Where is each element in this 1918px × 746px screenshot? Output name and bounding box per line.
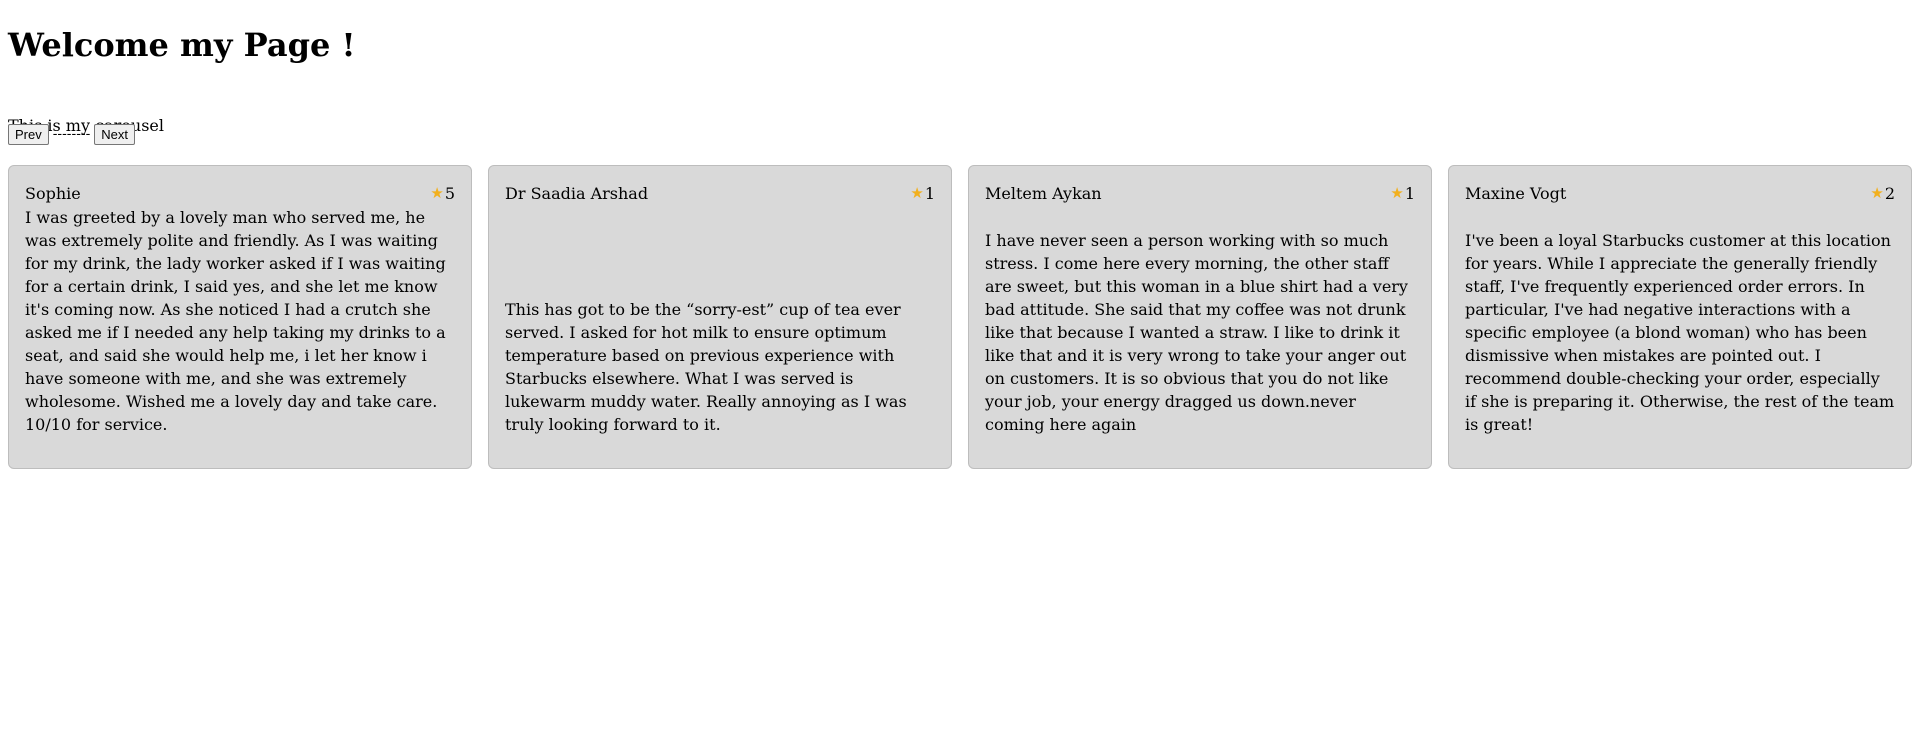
review-text: I was greeted by a lovely man who served… — [25, 208, 446, 434]
review-card: Maxine Vogt ★ 2 I've been a loyal Starbu… — [1448, 165, 1912, 469]
review-card-body: This has got to be the “sorry-est” cup o… — [505, 205, 935, 452]
review-rating: ★ 1 — [1390, 182, 1415, 205]
review-text: This has got to be the “sorry-est” cup o… — [505, 300, 907, 434]
review-card-body: I have never seen a person working with … — [985, 205, 1415, 452]
star-icon: ★ — [430, 184, 444, 202]
reviewer-name: Maxine Vogt — [1465, 184, 1567, 203]
star-icon: ★ — [910, 184, 924, 202]
review-rating: ★ 5 — [430, 182, 455, 205]
review-card-header: Sophie ★ 5 — [25, 182, 455, 205]
review-card: Dr Saadia Arshad ★ 1 This has got to be … — [488, 165, 952, 469]
review-card: Meltem Aykan ★ 1 I have never seen a per… — [968, 165, 1432, 469]
rating-value: 1 — [1404, 184, 1415, 203]
review-rating: ★ 2 — [1870, 182, 1895, 205]
review-card-header: Maxine Vogt ★ 2 — [1465, 182, 1895, 205]
reviewer-name: Sophie — [25, 184, 81, 203]
star-icon: ★ — [1390, 184, 1404, 202]
rating-value: 1 — [924, 184, 935, 203]
page-title: Welcome my Page ! — [8, 26, 356, 64]
carousel-controls: Prev -------- Next — [8, 124, 135, 145]
star-icon: ★ — [1870, 184, 1884, 202]
reviewer-name: Dr Saadia Arshad — [505, 184, 649, 203]
review-card-header: Dr Saadia Arshad ★ 1 — [505, 182, 935, 205]
review-text: I have never seen a person working with … — [985, 231, 1408, 434]
rating-value: 2 — [1884, 184, 1895, 203]
next-button[interactable]: Next — [94, 124, 135, 145]
review-rating: ★ 1 — [910, 182, 935, 205]
review-card: Sophie ★ 5 I was greeted by a lovely man… — [8, 165, 472, 469]
prev-button[interactable]: Prev — [8, 124, 49, 145]
reviewer-name: Meltem Aykan — [985, 184, 1102, 203]
review-card-header: Meltem Aykan ★ 1 — [985, 182, 1415, 205]
review-card-body: I was greeted by a lovely man who served… — [25, 205, 455, 452]
review-text: I've been a loyal Starbucks customer at … — [1465, 231, 1895, 434]
carousel-track: Sophie ★ 5 I was greeted by a lovely man… — [8, 165, 1912, 469]
rating-value: 5 — [444, 184, 455, 203]
controls-separator: -------- — [52, 127, 91, 142]
page: Welcome my Page ! This is my carousel Pr… — [0, 0, 1918, 469]
review-card-body: I've been a loyal Starbucks customer at … — [1465, 205, 1895, 452]
